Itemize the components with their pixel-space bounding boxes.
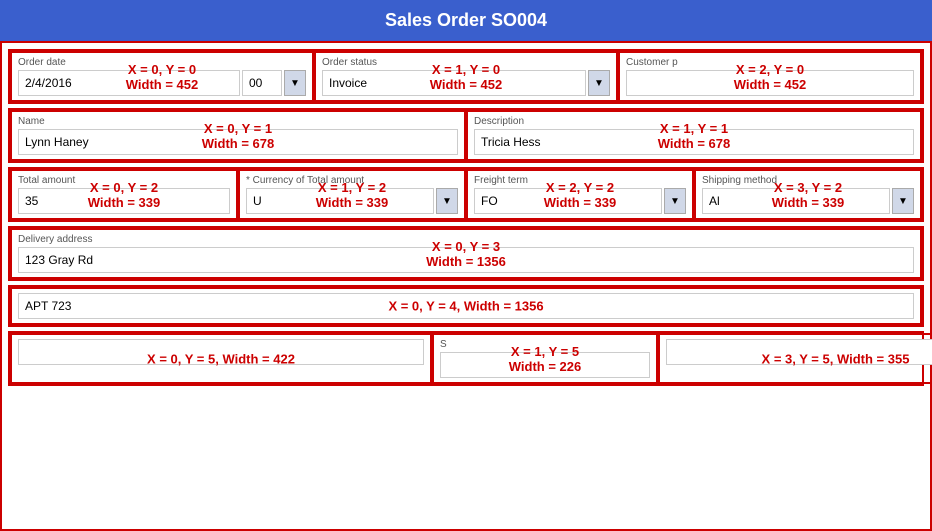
form-row-0: Order date ▼ X = 0, Y = 0 Width = 452 Or…: [8, 49, 924, 104]
form-container: Order date ▼ X = 0, Y = 0 Width = 452 Or…: [0, 41, 932, 531]
cell-2-2: Freight term ▼ X = 2, Y = 2 Width = 339: [466, 169, 694, 220]
form-row-1: Name X = 0, Y = 1 Width = 678 Descriptio…: [8, 108, 924, 163]
cell-3-0: Delivery address X = 0, Y = 3 Width = 13…: [10, 228, 922, 279]
input-3-0[interactable]: [18, 247, 914, 273]
input-5-1[interactable]: [440, 352, 650, 378]
form-row-5: X = 0, Y = 5, Width = 422 S X = 1, Y = 5…: [8, 331, 924, 386]
page-title: Sales Order SO004: [0, 0, 932, 41]
cell-0-2: Customer p X = 2, Y = 0 Width = 452: [618, 51, 922, 102]
cell-2-3: Shipping method ▼ X = 3, Y = 2 Width = 3…: [694, 169, 922, 220]
input-2-3[interactable]: [702, 188, 890, 214]
cell-2-1: * Currency of Total amount ▼ X = 1, Y = …: [238, 169, 466, 220]
input-5-2[interactable]: [666, 339, 932, 365]
cell-5-0: X = 0, Y = 5, Width = 422: [10, 333, 432, 384]
app-container: Sales Order SO004 Order date ▼ X = 0, Y …: [0, 0, 932, 531]
cell-5-1: S X = 1, Y = 5 Width = 226: [432, 333, 658, 384]
cell-4-0: X = 0, Y = 4, Width = 1356: [10, 287, 922, 325]
cell-5-2: X = 3, Y = 5, Width = 355: [658, 333, 932, 384]
input-time-0-0[interactable]: [242, 70, 282, 96]
dropdown-2-2[interactable]: ▼: [664, 188, 686, 214]
form-row-2: Total amount X = 0, Y = 2 Width = 339 * …: [8, 167, 924, 222]
cell-0-0: Order date ▼ X = 0, Y = 0 Width = 452: [10, 51, 314, 102]
label-1-0: Name: [18, 116, 458, 127]
label-5-1: S: [440, 339, 650, 350]
input-0-1[interactable]: [322, 70, 586, 96]
input-4-0[interactable]: [18, 293, 914, 319]
input-0-2[interactable]: [626, 70, 914, 96]
label-0-0: Order date: [18, 57, 306, 68]
label-0-1: Order status: [322, 57, 610, 68]
label-2-3: Shipping method: [702, 175, 914, 186]
dropdown-0-0[interactable]: ▼: [284, 70, 306, 96]
dropdown-2-1[interactable]: ▼: [436, 188, 458, 214]
form-row-3: Delivery address X = 0, Y = 3 Width = 13…: [8, 226, 924, 281]
input-1-0[interactable]: [18, 129, 458, 155]
cell-0-1: Order status ▼ X = 1, Y = 0 Width = 452: [314, 51, 618, 102]
input-0-0[interactable]: [18, 70, 240, 96]
label-3-0: Delivery address: [18, 234, 914, 245]
cell-2-0: Total amount X = 0, Y = 2 Width = 339: [10, 169, 238, 220]
input-5-0[interactable]: [18, 339, 424, 365]
input-2-0[interactable]: [18, 188, 230, 214]
label-2-1: * Currency of Total amount: [246, 175, 458, 186]
label-2-2: Freight term: [474, 175, 686, 186]
label-1-1: Description: [474, 116, 914, 127]
form-row-4: X = 0, Y = 4, Width = 1356: [8, 285, 924, 327]
label-2-0: Total amount: [18, 175, 230, 186]
cell-1-0: Name X = 0, Y = 1 Width = 678: [10, 110, 466, 161]
input-2-1[interactable]: [246, 188, 434, 214]
dropdown-2-3[interactable]: ▼: [892, 188, 914, 214]
input-2-2[interactable]: [474, 188, 662, 214]
dropdown-0-1[interactable]: ▼: [588, 70, 610, 96]
cell-1-1: Description X = 1, Y = 1 Width = 678: [466, 110, 922, 161]
label-0-2: Customer p: [626, 57, 914, 68]
input-1-1[interactable]: [474, 129, 914, 155]
